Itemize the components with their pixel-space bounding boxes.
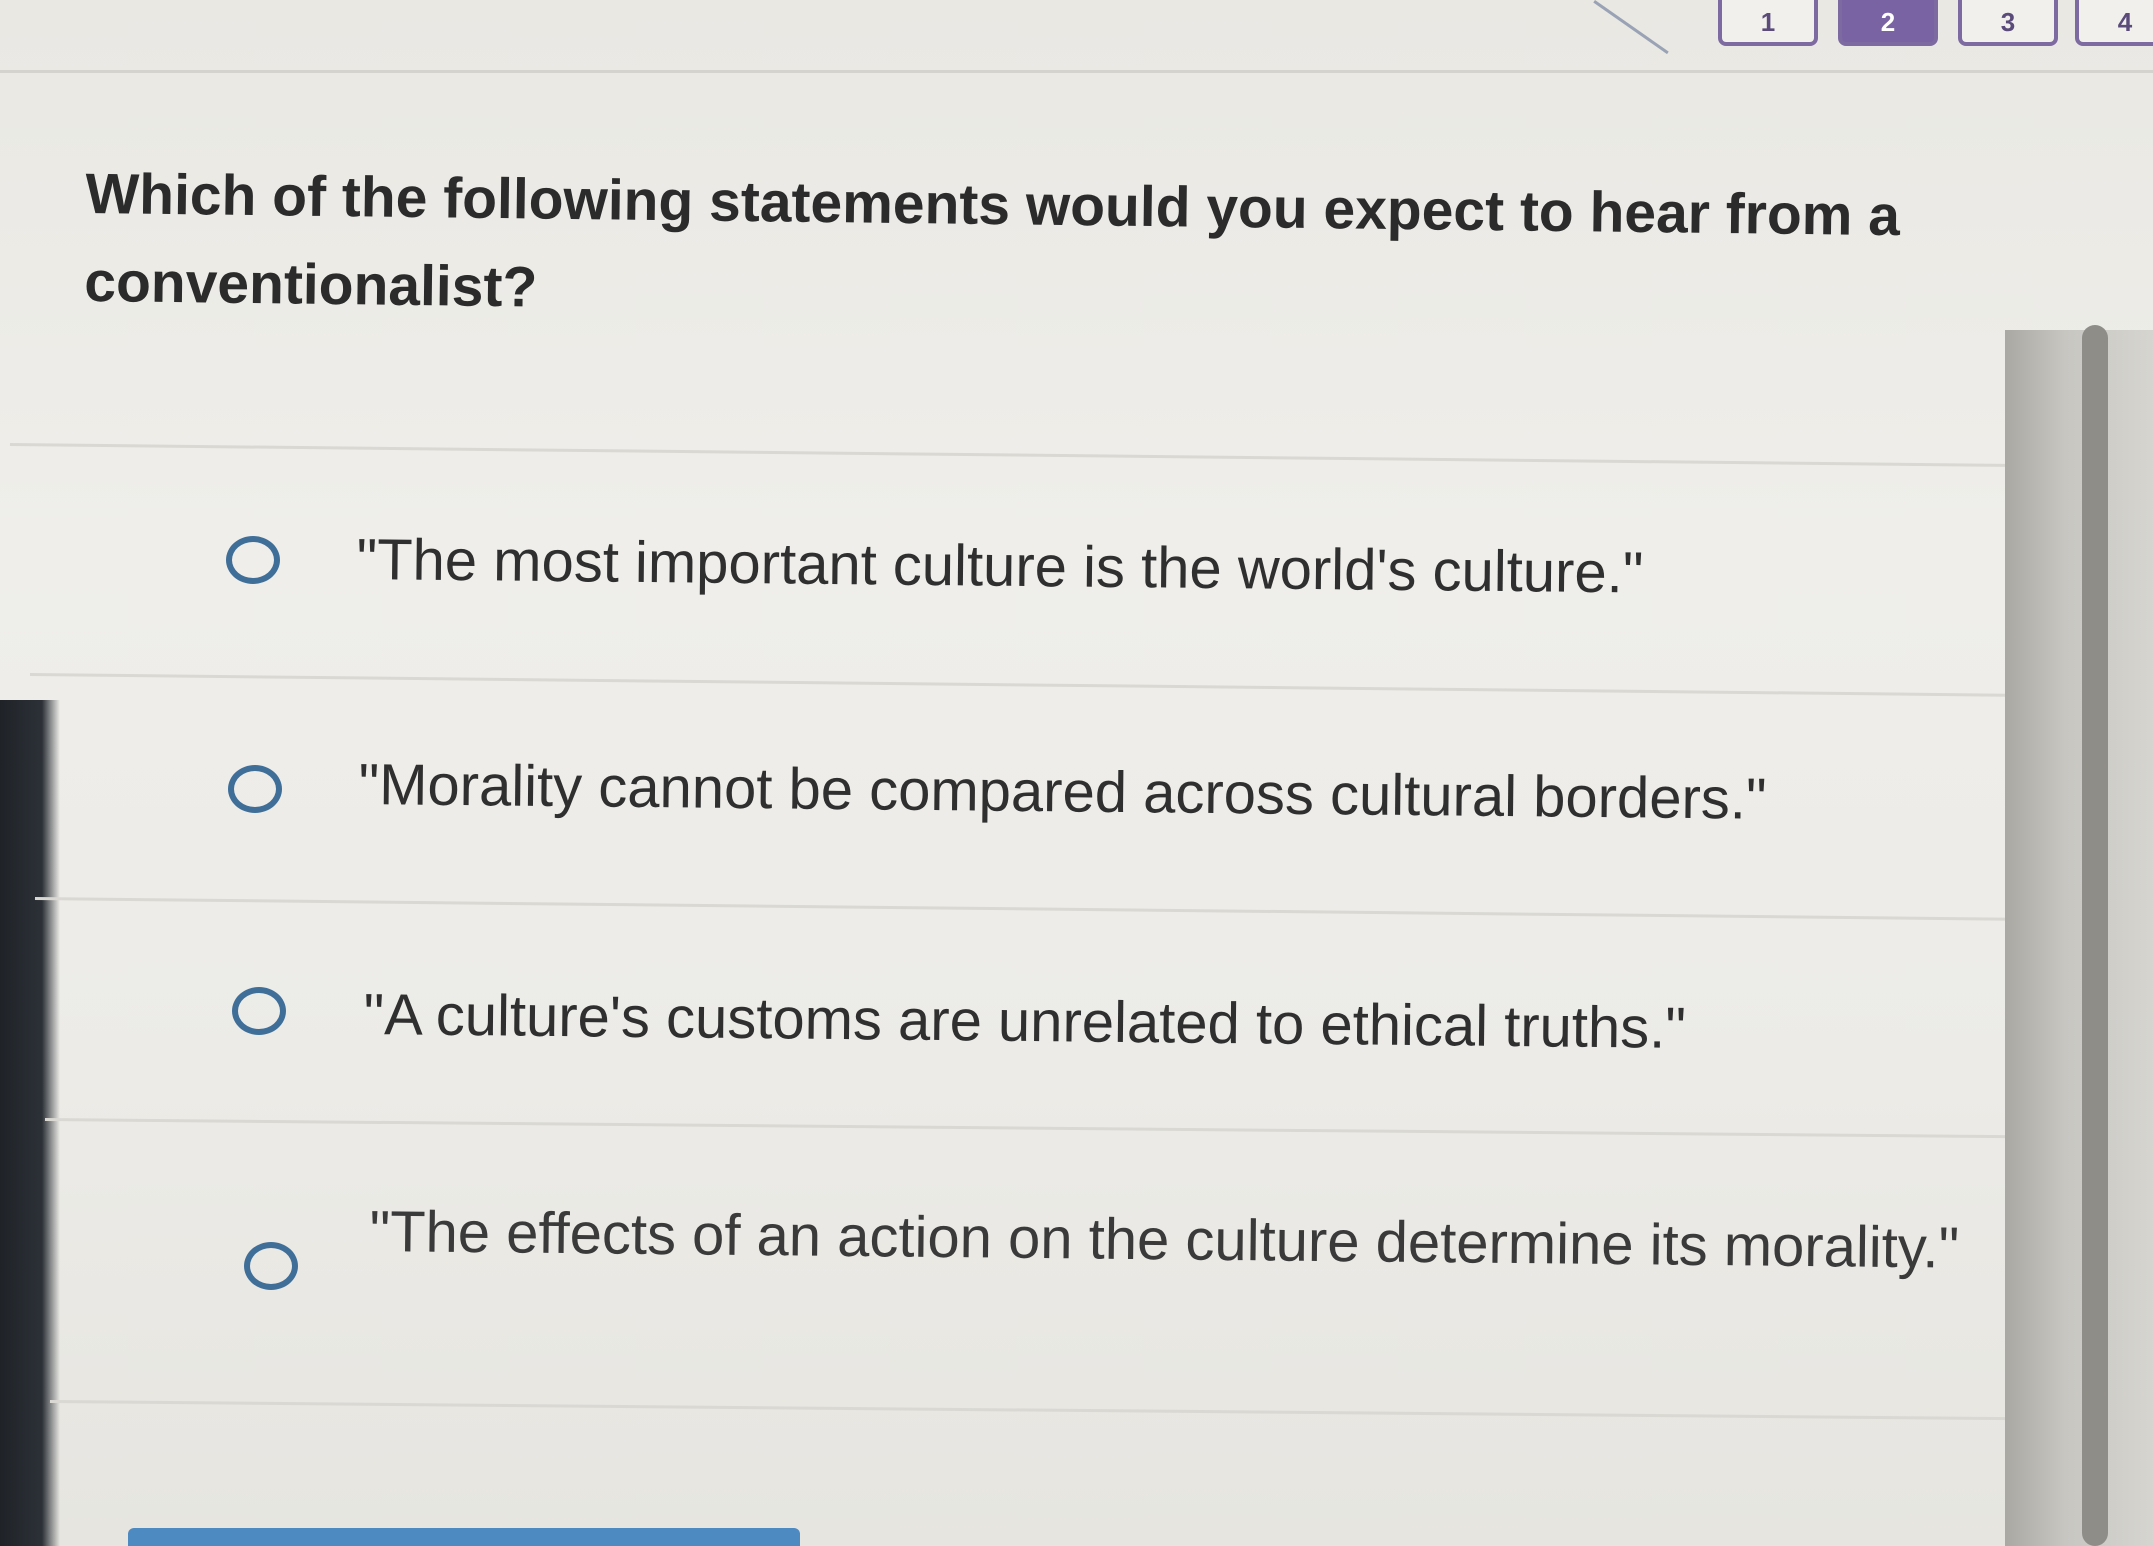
divider xyxy=(49,1400,2010,1421)
divider xyxy=(34,897,2025,921)
radio-button[interactable] xyxy=(228,765,282,813)
radio-button[interactable] xyxy=(226,536,280,584)
answer-option-text: "A culture's customs are unrelated to et… xyxy=(363,981,1687,1061)
radio-button[interactable] xyxy=(232,987,286,1035)
answer-option-2[interactable]: "Morality cannot be compared across cult… xyxy=(222,745,2002,875)
scrollbar-track[interactable] xyxy=(2005,330,2153,1546)
answer-option-text: "Morality cannot be compared across cult… xyxy=(358,751,1767,832)
divider xyxy=(44,1118,2020,1139)
divider xyxy=(29,673,2030,697)
answer-option-1[interactable]: "The most important culture is the world… xyxy=(220,520,2000,650)
next-button[interactable] xyxy=(128,1528,800,1546)
radio-button[interactable] xyxy=(244,1242,298,1290)
answer-option-3[interactable]: "A culture's customs are unrelated to et… xyxy=(228,975,1998,1105)
answer-option-4[interactable]: "The effects of an action on the culture… xyxy=(238,1192,1998,1362)
scrollbar-thumb[interactable] xyxy=(2082,325,2108,1546)
divider xyxy=(9,443,2030,468)
answer-options: "The most important culture is the world… xyxy=(0,0,2153,1546)
answer-option-text: "The effects of an action on the culture… xyxy=(369,1198,1960,1281)
answer-option-text: "The most important culture is the world… xyxy=(356,526,1644,606)
quiz-screen: 1 2 3 4 Which of the following statement… xyxy=(0,0,2153,1546)
